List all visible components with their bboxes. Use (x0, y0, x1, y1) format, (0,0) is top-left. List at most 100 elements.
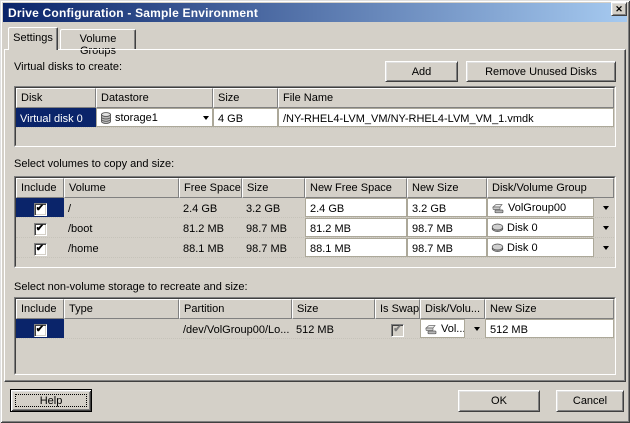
volumes-table: Include Volume Free Space Size New Free … (14, 176, 616, 268)
new-size-value: 3.2 GB (412, 203, 446, 215)
remove-unused-disks-label: Remove Unused Disks (485, 66, 597, 78)
drive-configuration-dialog: Drive Configuration - Sample Environment… (0, 0, 630, 423)
disk-volume-group-dropdown[interactable]: VolGroup00 (487, 198, 614, 217)
close-button[interactable]: ✕ (611, 2, 627, 16)
virtual-disk-name-cell[interactable]: Virtual disk 0 (16, 108, 96, 127)
free-space-value: 88.1 MB (183, 243, 224, 255)
remove-unused-disks-button[interactable]: Remove Unused Disks (466, 61, 616, 82)
virtual-disks-table: Disk Datastore Size File Name Virtual di… (14, 86, 616, 147)
col-partition[interactable]: Partition (179, 299, 292, 319)
tab-settings[interactable]: Settings (8, 27, 58, 50)
col-new-free-space[interactable]: New Free Space (305, 178, 407, 198)
free-space-value: 2.4 GB (183, 203, 217, 215)
dropdown-arrow-icon (603, 206, 609, 210)
col-nv-size[interactable]: Size (292, 299, 375, 319)
new-size-field[interactable]: 3.2 GB (407, 198, 487, 217)
disk-stack-icon (424, 323, 438, 335)
col-vol-size[interactable]: Size (242, 178, 305, 198)
cancel-button-label: Cancel (573, 395, 607, 407)
check-icon: ✔ (393, 325, 401, 335)
new-size-field[interactable]: 98.7 MB (407, 238, 487, 257)
disk-volume-group-value: Disk 0 (507, 242, 538, 254)
volume-row-root[interactable]: ✔ / 2.4 GB 3.2 GB 2.4 GB 3.2 GB (16, 198, 614, 218)
new-free-space-field[interactable]: 2.4 GB (305, 198, 407, 217)
dropdown-arrow-icon (603, 226, 609, 230)
size-value: 98.7 MB (246, 223, 287, 235)
col-datastore[interactable]: Datastore (96, 88, 213, 108)
disk-volume-group-dropdown[interactable]: Disk 0 (487, 218, 614, 237)
virtual-disk-size-field[interactable]: 4 GB (213, 108, 278, 127)
check-icon: ✔ (36, 224, 44, 234)
nv-new-size-field[interactable]: 512 MB (485, 319, 614, 338)
is-swap-checkbox-disabled: ✔ (391, 324, 404, 337)
volume-row-home[interactable]: ✔ /home 88.1 MB 98.7 MB 88.1 MB 98.7 MB (16, 238, 614, 258)
new-free-space-value: 2.4 GB (310, 203, 344, 215)
include-checkbox[interactable]: ✔ (34, 223, 47, 236)
dropdown-arrow-icon (474, 327, 480, 331)
include-cell: ✔ (16, 218, 64, 237)
tab-volume-groups[interactable]: Volume Groups (60, 29, 136, 49)
new-size-value: 98.7 MB (412, 243, 453, 255)
volume-row-boot[interactable]: ✔ /boot 81.2 MB 98.7 MB 81.2 MB 98.7 MB (16, 218, 614, 238)
nv-new-size-value: 512 MB (490, 324, 528, 336)
check-icon: ✔ (36, 204, 44, 214)
new-free-space-value: 88.1 MB (310, 243, 351, 255)
file-name-field[interactable]: /NY-RHEL4-LVM_VM/NY-RHEL4-LVM_VM_1.vmdk (278, 108, 614, 127)
virtual-disk-row[interactable]: Virtual disk 0 storage1 (16, 108, 614, 128)
include-cell: ✔ (16, 198, 64, 217)
col-file-name[interactable]: File Name (278, 88, 614, 108)
help-button-label: Help (40, 395, 63, 407)
virtual-disks-label: Virtual disks to create: (14, 61, 122, 73)
disk-volume-group-dropdown[interactable]: Disk 0 (487, 238, 614, 257)
nv-size-value: 512 MB (296, 324, 334, 336)
ok-button[interactable]: OK (458, 390, 540, 412)
virtual-disk-name: Virtual disk 0 (20, 113, 83, 125)
file-name-value: /NY-RHEL4-LVM_VM/NY-RHEL4-LVM_VM_1.vmdk (283, 113, 534, 125)
col-type[interactable]: Type (64, 299, 179, 319)
col-free-space[interactable]: Free Space (179, 178, 242, 198)
cancel-button[interactable]: Cancel (556, 390, 624, 412)
virtual-disks-header-row: Disk Datastore Size File Name (16, 88, 614, 108)
include-checkbox[interactable]: ✔ (34, 203, 47, 216)
include-checkbox[interactable]: ✔ (34, 243, 47, 256)
col-include[interactable]: Include (16, 178, 64, 198)
partition-value: /dev/VolGroup00/Lo... (183, 324, 289, 336)
disk-stack-icon (491, 202, 505, 214)
new-free-space-field[interactable]: 88.1 MB (305, 238, 407, 257)
check-icon: ✔ (36, 244, 44, 254)
col-size[interactable]: Size (213, 88, 278, 108)
add-button[interactable]: Add (385, 61, 458, 82)
nv-disk-volume-dropdown[interactable]: Vol... (420, 319, 485, 338)
dropdown-arrow-icon (603, 246, 609, 250)
col-disk[interactable]: Disk (16, 88, 96, 108)
col-nv-new-size[interactable]: New Size (485, 299, 614, 319)
col-new-size[interactable]: New Size (407, 178, 487, 198)
disk-icon (491, 242, 504, 253)
virtual-disk-size-value: 4 GB (218, 113, 243, 125)
window-title: Drive Configuration - Sample Environment (8, 6, 258, 20)
volume-name: /home (68, 243, 99, 255)
free-space-value: 81.2 MB (183, 223, 224, 235)
datastore-database-icon (100, 112, 112, 124)
non-volume-table: Include Type Partition Size Is Swap Disk… (14, 297, 616, 375)
include-cell: ✔ (16, 319, 64, 338)
volume-name: / (68, 203, 71, 215)
include-checkbox[interactable]: ✔ (34, 324, 47, 337)
datastore-value: storage1 (115, 112, 158, 124)
size-value: 3.2 GB (246, 203, 280, 215)
disk-icon (491, 222, 504, 233)
new-size-field[interactable]: 98.7 MB (407, 218, 487, 237)
check-icon: ✔ (36, 325, 44, 335)
col-nv-group[interactable]: Disk/Volu... (420, 299, 485, 319)
col-include[interactable]: Include (16, 299, 64, 319)
datastore-dropdown[interactable]: storage1 (96, 108, 213, 127)
non-volume-row[interactable]: ✔ /dev/VolGroup00/Lo... 512 MB ✔ (16, 319, 614, 339)
col-is-swap[interactable]: Is Swap (375, 299, 420, 319)
col-volume[interactable]: Volume (64, 178, 179, 198)
titlebar: Drive Configuration - Sample Environment (3, 3, 627, 22)
nv-disk-volume-value: Vol... (441, 323, 465, 335)
help-button[interactable]: Help (10, 389, 92, 412)
new-free-space-field[interactable]: 81.2 MB (305, 218, 407, 237)
col-disk-volume-group[interactable]: Disk/Volume Group (487, 178, 614, 198)
new-free-space-value: 81.2 MB (310, 223, 351, 235)
